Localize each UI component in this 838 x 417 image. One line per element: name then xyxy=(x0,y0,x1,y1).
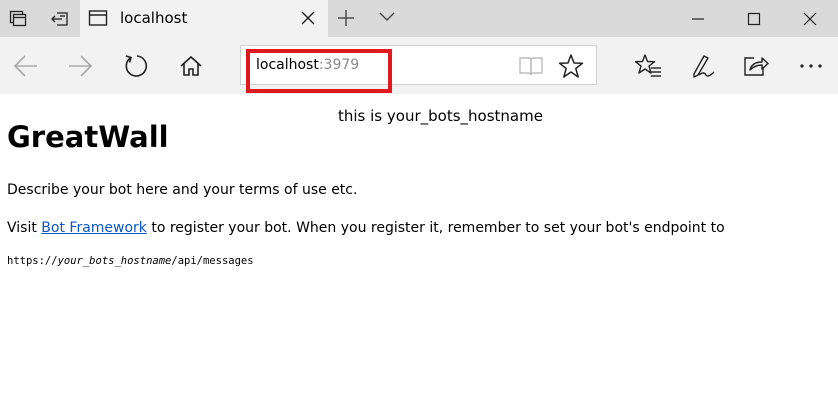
register-instructions: Visit Bot Framework to register your bot… xyxy=(7,220,725,236)
refresh-icon[interactable] xyxy=(121,51,151,81)
page-icon xyxy=(88,8,108,28)
back-arrow-icon[interactable] xyxy=(11,51,41,81)
close-icon[interactable] xyxy=(300,10,316,26)
forward-arrow-icon[interactable] xyxy=(65,51,95,81)
maximize-icon[interactable] xyxy=(727,0,781,37)
share-icon[interactable] xyxy=(741,51,771,81)
page-content: this is your_bots_hostname GreatWall Des… xyxy=(0,94,838,417)
plus-icon[interactable] xyxy=(336,8,356,28)
bot-framework-link[interactable]: Bot Framework xyxy=(41,220,147,236)
tab-manager-icon[interactable] xyxy=(2,0,34,37)
pen-icon[interactable] xyxy=(688,51,718,81)
address-highlight-box xyxy=(246,49,392,93)
set-aside-tabs-icon[interactable] xyxy=(44,0,76,37)
chevron-down-icon[interactable] xyxy=(378,10,396,24)
close-window-icon[interactable] xyxy=(783,0,837,37)
tab-localhost[interactable]: localhost xyxy=(80,0,328,37)
home-icon[interactable] xyxy=(176,51,206,81)
minimize-icon[interactable] xyxy=(671,0,725,37)
more-icon[interactable] xyxy=(796,51,826,81)
page-title: GreatWall xyxy=(7,120,169,154)
title-bar: localhost xyxy=(0,0,838,37)
tab-title: localhost xyxy=(120,9,188,27)
endpoint-url: https://your_bots_hostname/api/messages xyxy=(7,255,254,267)
visit-prefix: Visit xyxy=(7,220,42,236)
endpoint-path: /api/messages xyxy=(171,255,254,267)
favorites-list-icon[interactable] xyxy=(633,51,663,81)
bot-description: Describe your bot here and your terms of… xyxy=(7,182,358,198)
visit-suffix: to register your bot. When you register … xyxy=(146,220,725,236)
endpoint-scheme: https:// xyxy=(7,255,58,267)
book-icon[interactable] xyxy=(518,54,544,78)
endpoint-host: your_bots_hostname xyxy=(57,255,172,267)
hostname-annotation: this is your_bots_hostname xyxy=(338,107,543,125)
star-icon[interactable] xyxy=(558,53,584,79)
navigation-bar: localhost:3979 xyxy=(0,37,838,94)
